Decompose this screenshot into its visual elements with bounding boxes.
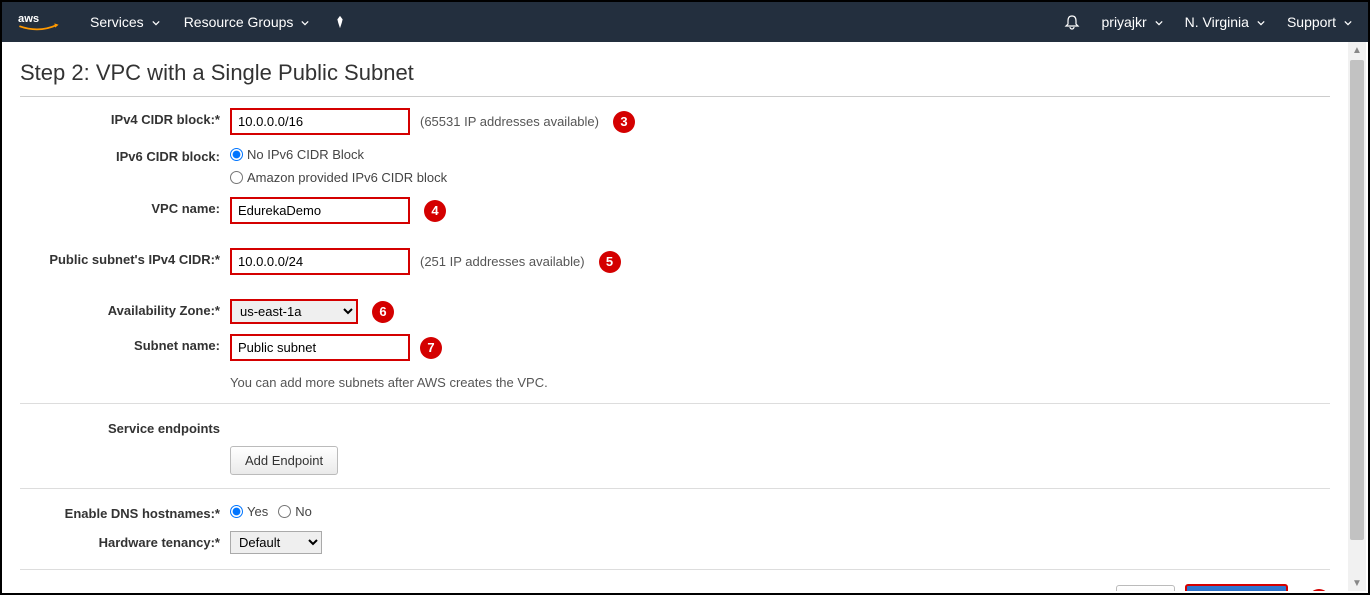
services-menu[interactable]: Services [90, 14, 160, 30]
public-subnet-cidr-input[interactable] [230, 248, 410, 275]
ipv4-cidr-input[interactable] [230, 108, 410, 135]
ipv6-amazon-radio[interactable] [230, 171, 243, 184]
dns-no-radio[interactable] [278, 505, 291, 518]
row-hardware-tenancy: Hardware tenancy:* Default [20, 526, 1330, 559]
annotation-bubble-8: 8 [1308, 589, 1330, 592]
scroll-down-icon[interactable]: ▼ [1348, 575, 1366, 591]
annotation-bubble-7: 7 [420, 337, 442, 359]
divider [20, 96, 1330, 97]
annotation-bubble-5: 5 [599, 251, 621, 273]
nav-left: Services Resource Groups [90, 14, 347, 30]
resource-groups-menu[interactable]: Resource Groups [184, 14, 310, 30]
ipv4-cidr-label: IPv4 CIDR block:* [20, 108, 230, 127]
dns-label: Enable DNS hostnames:* [20, 502, 230, 521]
caret-down-icon [1257, 14, 1265, 30]
support-label: Support [1287, 14, 1336, 30]
vpc-name-label: VPC name: [20, 197, 230, 216]
nav-right: priyajkr N. Virginia Support [1064, 14, 1353, 30]
divider [20, 488, 1330, 489]
dns-no-label: No [295, 504, 312, 519]
row-dns-hostnames: Enable DNS hostnames:* Yes No [20, 497, 1330, 526]
aws-logo[interactable]: aws [18, 12, 60, 32]
ipv6-none-label: No IPv6 CIDR Block [247, 147, 364, 162]
public-subnet-cidr-label: Public subnet's IPv4 CIDR:* [20, 248, 230, 267]
region-menu[interactable]: N. Virginia [1185, 14, 1265, 30]
page-title: Step 2: VPC with a Single Public Subnet [20, 60, 1330, 86]
services-label: Services [90, 14, 144, 30]
footer-actions: Cancel and Exit Back Create VPC 8 [20, 569, 1330, 591]
subnet-hint: You can add more subnets after AWS creat… [230, 375, 548, 390]
caret-down-icon [1155, 14, 1163, 30]
support-menu[interactable]: Support [1287, 14, 1352, 30]
annotation-bubble-3: 3 [613, 111, 635, 133]
vertical-scrollbar[interactable]: ▲ ▼ [1348, 42, 1366, 591]
public-subnet-cidr-note: (251 IP addresses available) [420, 254, 585, 269]
pin-icon[interactable] [333, 15, 347, 29]
user-menu[interactable]: priyajkr [1102, 14, 1163, 30]
row-public-subnet-cidr: Public subnet's IPv4 CIDR:* (251 IP addr… [20, 243, 1330, 280]
annotation-bubble-4: 4 [424, 200, 446, 222]
divider [20, 403, 1330, 404]
caret-down-icon [1344, 14, 1352, 30]
scroll-up-icon[interactable]: ▲ [1348, 42, 1366, 58]
row-service-endpoints: Service endpoints [20, 412, 1330, 441]
row-ipv6-cidr: IPv6 CIDR block: No IPv6 CIDR Block Amaz… [20, 140, 1330, 192]
row-add-endpoint: Add Endpoint [20, 441, 1330, 480]
ipv4-cidr-note: (65531 IP addresses available) [420, 114, 599, 129]
tenancy-label: Hardware tenancy:* [20, 531, 230, 550]
create-vpc-button[interactable]: Create VPC [1185, 584, 1288, 591]
annotation-bubble-6: 6 [372, 301, 394, 323]
row-vpc-name: VPC name: 4 [20, 192, 1330, 229]
az-select[interactable]: us-east-1a [230, 299, 358, 324]
notifications-icon[interactable] [1064, 14, 1080, 30]
add-endpoint-button[interactable]: Add Endpoint [230, 446, 338, 475]
back-button[interactable]: Back [1116, 585, 1175, 591]
row-subnet-name: Subnet name: 7 You can add more subnets … [20, 329, 1330, 395]
row-availability-zone: Availability Zone:* us-east-1a 6 [20, 294, 1330, 329]
dns-yes-label: Yes [247, 504, 268, 519]
service-endpoints-label: Service endpoints [20, 417, 230, 436]
ipv6-cidr-label: IPv6 CIDR block: [20, 145, 230, 164]
vpc-name-input[interactable] [230, 197, 410, 224]
region-label: N. Virginia [1185, 14, 1249, 30]
dns-yes-radio[interactable] [230, 505, 243, 518]
tenancy-select[interactable]: Default [230, 531, 322, 554]
caret-down-icon [301, 14, 309, 30]
subnet-name-label: Subnet name: [20, 334, 230, 353]
resource-groups-label: Resource Groups [184, 14, 294, 30]
top-navbar: aws Services Resource Groups priyajkr N.… [2, 2, 1368, 42]
ipv6-none-radio[interactable] [230, 148, 243, 161]
row-ipv4-cidr: IPv4 CIDR block:* (65531 IP addresses av… [20, 103, 1330, 140]
ipv6-amazon-label: Amazon provided IPv6 CIDR block [247, 170, 447, 185]
subnet-name-input[interactable] [230, 334, 410, 361]
az-label: Availability Zone:* [20, 299, 230, 318]
scroll-thumb[interactable] [1350, 60, 1364, 540]
svg-text:aws: aws [18, 13, 39, 25]
main-content: Step 2: VPC with a Single Public Subnet … [2, 42, 1348, 591]
caret-down-icon [152, 14, 160, 30]
user-label: priyajkr [1102, 14, 1147, 30]
